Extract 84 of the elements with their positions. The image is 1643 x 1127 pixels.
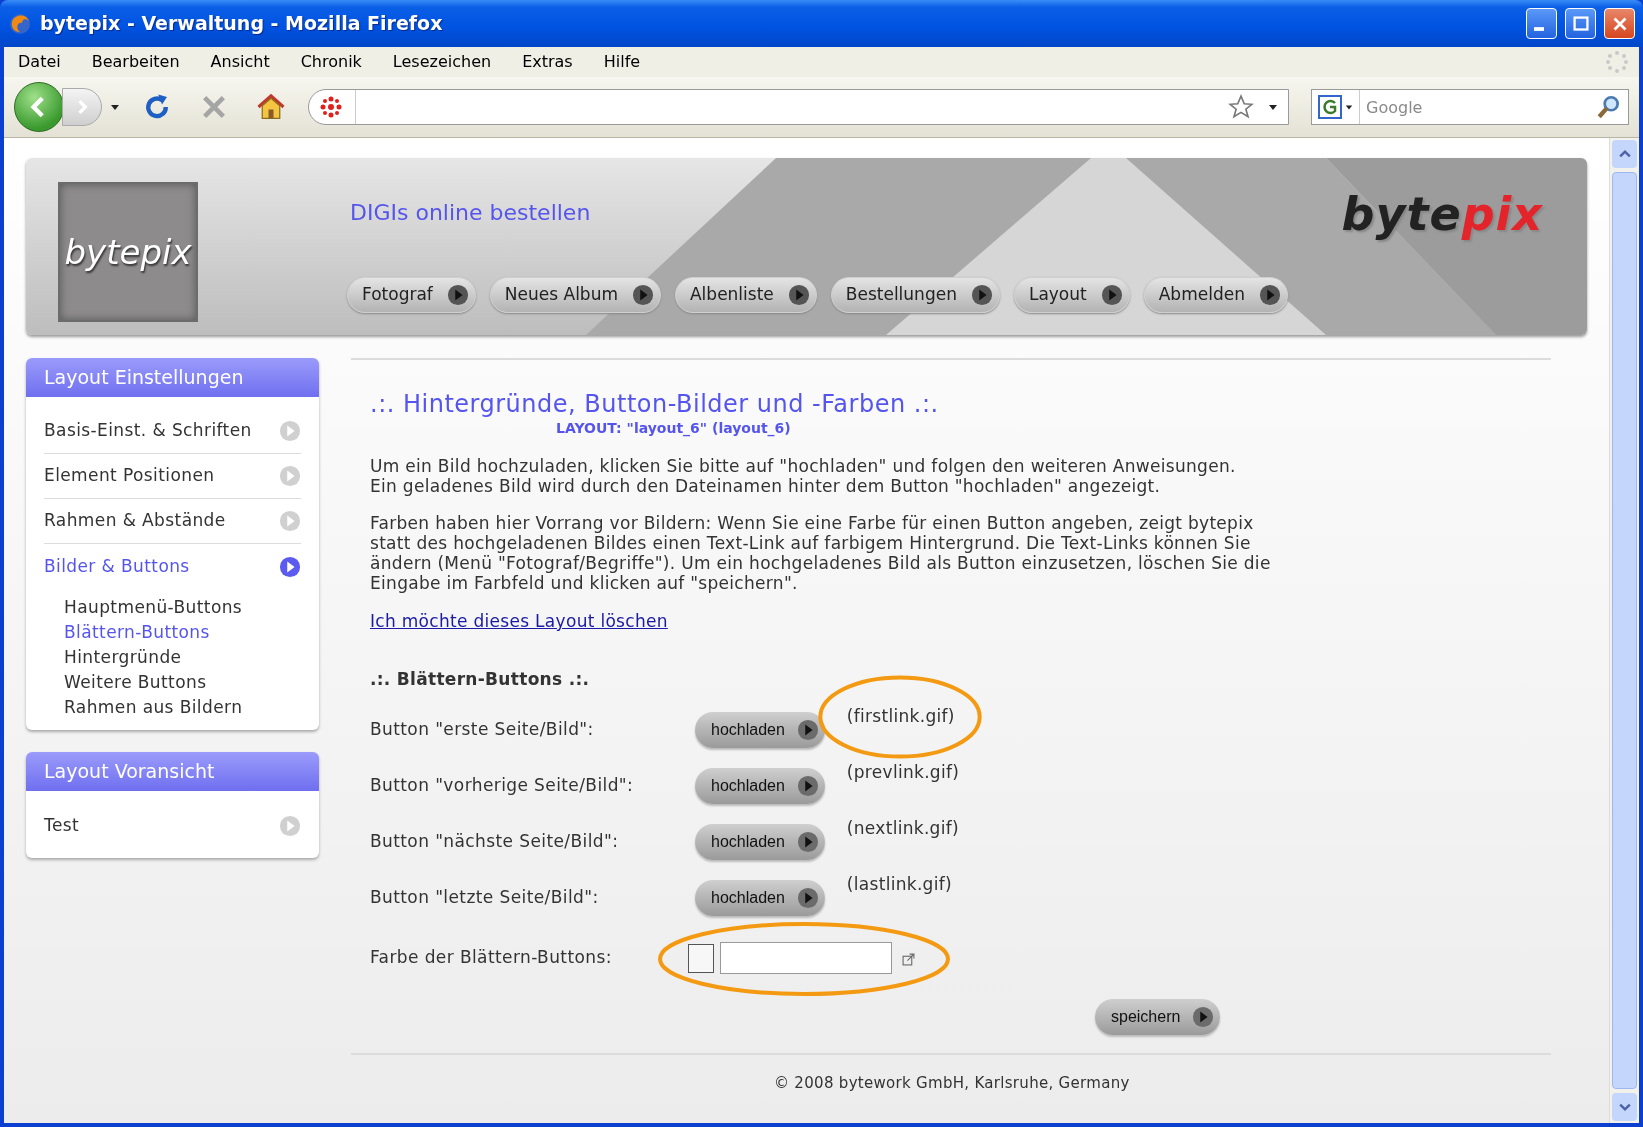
menu-item[interactable]: Hilfe <box>599 50 645 74</box>
menu-item[interactable]: Datei <box>14 50 65 74</box>
play-icon <box>1192 1006 1215 1028</box>
upload-button[interactable]: hochladen <box>695 880 825 916</box>
minimize-icon <box>1533 26 1544 31</box>
search-engine-icon <box>1318 95 1342 119</box>
color-input-field[interactable] <box>720 942 892 974</box>
play-icon <box>446 284 469 306</box>
external-link-icon[interactable] <box>902 952 915 966</box>
nav-button[interactable]: Albenliste <box>675 277 817 313</box>
sidebar-item[interactable]: Rahmen & Abstände <box>44 499 301 544</box>
tagline: DIGIs online bestellen <box>350 199 591 227</box>
menu-item[interactable]: Bearbeiten <box>87 50 184 74</box>
logo-text: bytepix <box>64 230 192 274</box>
site-favicon <box>319 95 343 119</box>
field-label: Button "erste Seite/Bild": <box>370 718 595 742</box>
panel-header: Layout Voransicht <box>26 752 319 791</box>
file-name: (lastlink.gif) <box>846 874 952 894</box>
instruction-paragraph: Um ein Bild hochzuladen, klicken Sie bitte auf "hochladen" und folgen den weiteren Anweisungen. Ein geladenes Bild wird durch den Dateinamen hinter dem Button "hochladen" angezeigt. <box>370 456 1237 496</box>
file-name: (firstlink.gif) <box>846 706 955 726</box>
maximize-button[interactable] <box>1565 8 1596 39</box>
scrollbar[interactable] <box>1609 138 1639 1123</box>
panel-header: Layout Einstellungen <box>26 358 319 397</box>
throbber-icon <box>1605 50 1629 74</box>
delete-layout-link[interactable]: Ich möchte dieses Layout löschen <box>370 609 668 635</box>
field-label: Button "nächste Seite/Bild": <box>370 830 620 854</box>
sidebar-subitem[interactable]: Hauptmenü-Buttons <box>64 595 301 620</box>
upload-button[interactable]: hochladen <box>695 824 825 860</box>
bookmark-star-icon[interactable] <box>1228 94 1254 120</box>
field-label: Farbe der Blättern-Buttons: <box>370 946 613 970</box>
menu-item[interactable]: Extras <box>518 50 577 74</box>
search-icon[interactable] <box>1596 94 1622 120</box>
upload-button[interactable]: hochladen <box>695 712 825 748</box>
nav-button[interactable]: Abmelden <box>1143 277 1288 313</box>
copyright-text: © 2008 bytework GmbH, Karlsruhe, Germany <box>774 1073 1131 1094</box>
upload-button[interactable]: hochladen <box>695 768 825 804</box>
play-icon <box>787 284 810 306</box>
scroll-up-icon[interactable] <box>1618 148 1631 160</box>
field-label: Button "vorherige Seite/Bild": <box>370 774 635 798</box>
brand-logo: bytepix <box>1341 186 1543 243</box>
page-title: .:. Hintergründe, Button-Bilder und -Farben .:. <box>370 390 940 418</box>
menu-item[interactable]: Chronik <box>296 50 366 74</box>
home-icon[interactable] <box>256 92 286 122</box>
play-icon <box>1258 284 1281 306</box>
play-icon <box>796 887 819 909</box>
dropdown-icon[interactable] <box>1268 102 1278 112</box>
nav-button[interactable]: Neues Album <box>489 277 661 313</box>
section-heading: .:. Blättern-Buttons .:. <box>370 667 591 691</box>
play-icon <box>970 284 993 306</box>
play-icon <box>796 719 819 741</box>
back-button[interactable] <box>14 82 64 132</box>
nav-button[interactable]: Fotograf <box>347 277 476 313</box>
field-label: Button "letzte Seite/Bild": <box>370 886 600 910</box>
sidebar-subitem[interactable]: Hintergründe <box>64 645 301 670</box>
dropdown-icon <box>1345 103 1353 111</box>
dropdown-icon[interactable] <box>110 102 120 112</box>
play-icon <box>796 775 819 797</box>
nav-button[interactable]: Bestellungen <box>830 277 1000 313</box>
sidebar-item[interactable]: Test <box>44 803 301 848</box>
color-swatch[interactable] <box>688 943 714 973</box>
sidebar-item[interactable]: Element Positionen <box>44 454 301 499</box>
layout-subtitle: LAYOUT: "layout_6" (layout_6) <box>556 419 792 439</box>
menu-item[interactable]: Ansicht <box>206 50 274 74</box>
file-name: (nextlink.gif) <box>846 818 959 838</box>
play-icon <box>632 284 654 306</box>
save-button[interactable]: speichern <box>1095 999 1221 1035</box>
play-icon <box>1100 284 1123 306</box>
sidebar-subitem[interactable]: Blättern-Buttons <box>64 620 301 645</box>
close-button[interactable] <box>1604 8 1635 39</box>
minimize-button[interactable] <box>1526 8 1557 39</box>
sidebar-subitem[interactable]: Weitere Buttons <box>64 670 301 695</box>
file-name: (prevlink.gif) <box>846 762 960 782</box>
firefox-logo-icon <box>8 11 32 36</box>
sidebar-item[interactable]: Basis-Einst. & Schriften <box>44 409 301 454</box>
menu-item[interactable]: Lesezeichen <box>388 50 496 74</box>
instruction-paragraph: Farben haben hier Vorrang vor Bildern: Wenn Sie eine Farbe für einen Button angeben, zeigt bytepix statt des hochgeladenen Bildes einen Text-Link auf farbigem Hintergrund. Die Text-Links können Sie ändern (Menü "Fotograf/Begriffe"). Um ein hochgeladenes Bild als Button einzusetzen, löschen Sie die Eingabe im Farbfeld und klicken auf "speichern". <box>370 513 1272 593</box>
play-icon <box>796 831 819 853</box>
search-field[interactable]: Google <box>1360 90 1596 124</box>
nav-button[interactable]: Layout <box>1013 277 1130 313</box>
window-title: bytepix - Verwaltung - Mozilla Firefox <box>40 11 443 37</box>
sidebar-subitem[interactable]: Rahmen aus Bildern <box>64 695 301 720</box>
search-box[interactable]: Google <box>1311 89 1629 125</box>
scroll-down-icon[interactable] <box>1618 1101 1631 1113</box>
sidebar-item[interactable]: Bilder & Buttons <box>44 544 301 589</box>
